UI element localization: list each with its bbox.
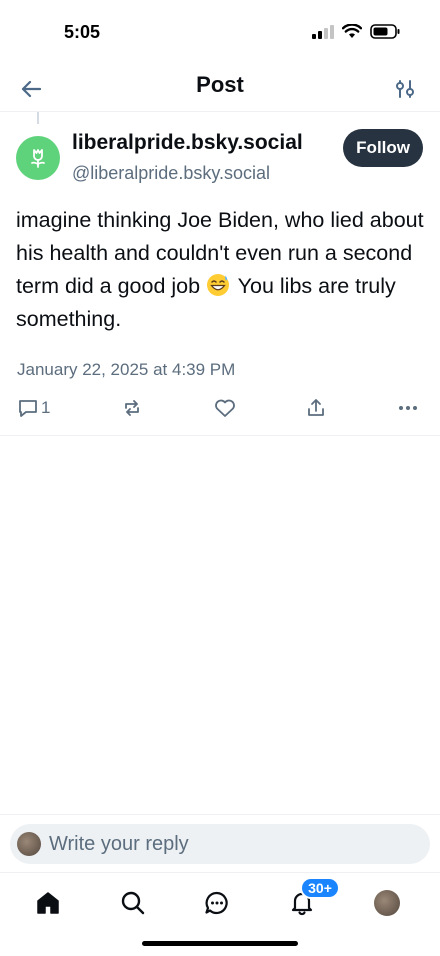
like-button[interactable] xyxy=(214,394,236,422)
header: Post xyxy=(0,64,440,112)
author-avatar[interactable] xyxy=(16,136,60,180)
reply-icon xyxy=(19,399,37,417)
profile-avatar xyxy=(374,890,400,916)
battery-icon xyxy=(370,24,400,39)
reply-placeholder: Write your reply xyxy=(49,832,189,855)
status-bar: 5:05 xyxy=(0,0,440,64)
search-icon xyxy=(121,891,145,915)
tab-search[interactable] xyxy=(117,887,149,919)
thread-line xyxy=(37,112,39,124)
share-button[interactable] xyxy=(306,394,326,422)
tab-home[interactable] xyxy=(32,887,64,919)
tab-chat[interactable] xyxy=(201,887,233,919)
post-divider xyxy=(0,435,440,436)
status-icons xyxy=(312,24,400,39)
author-display-name[interactable]: liberalpride.bsky.social xyxy=(72,131,303,155)
follow-button[interactable]: Follow xyxy=(343,129,423,167)
grinning-face-with-sweat-icon xyxy=(207,274,230,296)
tab-notifications[interactable]: 30+ xyxy=(286,877,340,919)
post-actions: 1 xyxy=(0,394,440,426)
wifi-icon xyxy=(342,24,362,38)
status-time: 5:05 xyxy=(64,22,101,42)
signal-icon xyxy=(312,24,334,39)
reply-composer: Write your reply xyxy=(0,814,440,872)
thread-settings-button[interactable] xyxy=(388,72,422,106)
repost-button[interactable] xyxy=(122,394,142,422)
notifications-badge: 30+ xyxy=(300,877,340,899)
share-icon xyxy=(308,399,324,416)
post-timestamp: January 22, 2025 at 4:39 PM xyxy=(17,360,236,379)
current-user-avatar xyxy=(17,832,41,856)
author-handle[interactable]: @liberalpride.bsky.social xyxy=(72,163,270,184)
reply-button[interactable]: 1 xyxy=(18,394,50,422)
reply-count: 1 xyxy=(41,398,51,417)
tab-profile[interactable] xyxy=(371,887,403,919)
filter-sliders-icon xyxy=(396,80,414,98)
reply-input[interactable]: Write your reply xyxy=(10,824,430,864)
home-indicator xyxy=(142,941,298,946)
like-icon xyxy=(215,399,235,417)
home-icon xyxy=(37,892,59,914)
flower-icon xyxy=(31,149,45,168)
more-icon xyxy=(399,406,417,410)
more-options-button[interactable] xyxy=(398,394,418,422)
post-text: imagine thinking Joe Biden, who lied abo… xyxy=(16,204,426,336)
page-title: Post xyxy=(196,72,244,97)
chat-icon xyxy=(205,891,228,915)
repost-icon xyxy=(125,400,139,416)
